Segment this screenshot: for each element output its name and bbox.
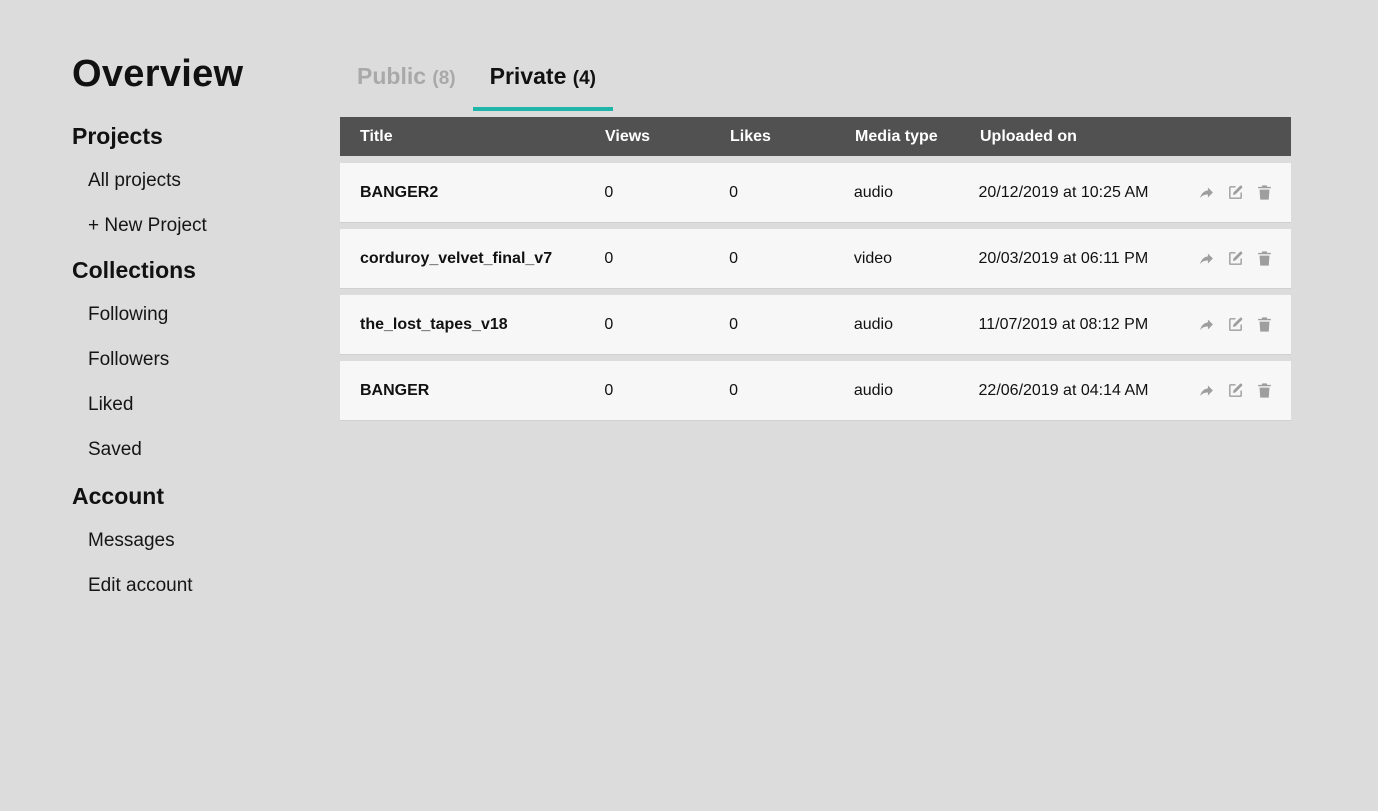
main-content: Public (8) Private (4) Title Views Likes… <box>340 52 1291 420</box>
nav-item-messages[interactable]: Messages <box>72 529 312 553</box>
cell-title: BANGER2 <box>360 183 439 201</box>
section-heading-collections: Collections <box>72 257 196 283</box>
share-icon[interactable] <box>1198 250 1215 267</box>
nav-item-saved[interactable]: Saved <box>72 438 312 462</box>
cell-media-type: audio <box>853 381 893 399</box>
column-header-title: Title <box>360 127 393 145</box>
table-row[interactable]: BANGER 0 0 audio 22/06/2019 at 04:14 AM <box>340 361 1291 420</box>
edit-icon[interactable] <box>1227 316 1244 333</box>
sidebar: Overview Projects All projects + New Pro… <box>72 52 312 598</box>
cell-likes: 0 <box>729 381 739 399</box>
cell-uploaded-on: 22/06/2019 at 04:14 AM <box>978 381 1149 399</box>
cell-title: BANGER <box>360 381 430 399</box>
nav-item-following[interactable]: Following <box>72 303 312 327</box>
section-heading-account: Account <box>72 483 164 509</box>
cell-uploaded-on: 11/07/2019 at 08:12 PM <box>978 315 1149 333</box>
nav-item-new-project[interactable]: + New Project <box>72 214 312 238</box>
row-actions <box>1198 382 1291 399</box>
table-row[interactable]: corduroy_velvet_final_v7 0 0 video 20/03/201… <box>340 229 1291 288</box>
share-icon[interactable] <box>1198 316 1215 333</box>
uploads-table: Title Views Likes Media type Uploaded on… <box>340 117 1291 420</box>
table-row[interactable]: BANGER2 0 0 audio 20/12/2019 at 10:25 AM <box>340 163 1291 222</box>
row-actions <box>1198 316 1291 333</box>
cell-media-type: audio <box>853 183 893 201</box>
nav-item-edit-account[interactable]: Edit account <box>72 574 312 598</box>
cell-title: corduroy_velvet_final_v7 <box>360 249 553 267</box>
cell-likes: 0 <box>729 183 739 201</box>
row-actions <box>1198 250 1291 267</box>
account-nav: Messages Edit account <box>72 529 312 598</box>
row-actions <box>1198 184 1291 201</box>
tab-public-label: Public <box>357 63 427 89</box>
trash-icon[interactable] <box>1256 382 1273 399</box>
cell-likes: 0 <box>729 249 739 267</box>
edit-icon[interactable] <box>1227 184 1244 201</box>
cell-views: 0 <box>604 249 614 267</box>
trash-icon[interactable] <box>1256 316 1273 333</box>
tab-private-count: (4) <box>572 68 596 89</box>
cell-media-type: audio <box>853 315 893 333</box>
trash-icon[interactable] <box>1256 184 1273 201</box>
projects-nav: All projects + New Project <box>72 169 312 238</box>
cell-media-type: video <box>853 249 893 267</box>
cell-views: 0 <box>604 381 614 399</box>
column-header-uploaded-on: Uploaded on <box>980 127 1077 145</box>
cell-views: 0 <box>604 315 614 333</box>
column-header-views: Views <box>605 127 651 145</box>
nav-item-followers[interactable]: Followers <box>72 348 312 372</box>
column-header-likes: Likes <box>730 127 771 145</box>
nav-item-liked[interactable]: Liked <box>72 393 312 417</box>
cell-views: 0 <box>604 183 614 201</box>
nav-item-all-projects[interactable]: All projects <box>72 169 312 193</box>
tab-bar: Public (8) Private (4) <box>340 52 1291 111</box>
share-icon[interactable] <box>1198 184 1215 201</box>
column-header-media-type: Media type <box>855 127 938 145</box>
tab-public[interactable]: Public (8) <box>340 52 473 107</box>
tab-public-count: (8) <box>432 68 456 89</box>
page-title: Overview <box>72 53 244 95</box>
tab-private[interactable]: Private (4) <box>472 52 614 111</box>
section-heading-projects: Projects <box>72 123 163 149</box>
table-header: Title Views Likes Media type Uploaded on <box>340 117 1291 156</box>
edit-icon[interactable] <box>1227 250 1244 267</box>
trash-icon[interactable] <box>1256 250 1273 267</box>
table-body: BANGER2 0 0 audio 20/12/2019 at 10:25 AM cord… <box>340 163 1291 420</box>
collections-nav: Following Followers Liked Saved <box>72 303 312 462</box>
share-icon[interactable] <box>1198 382 1215 399</box>
cell-uploaded-on: 20/12/2019 at 10:25 AM <box>978 183 1149 201</box>
cell-uploaded-on: 20/03/2019 at 06:11 PM <box>978 249 1149 267</box>
edit-icon[interactable] <box>1227 382 1244 399</box>
tab-private-label: Private <box>489 63 567 89</box>
table-row[interactable]: the_lost_tapes_v18 0 0 audio 11/07/2019 at 0… <box>340 295 1291 354</box>
cell-title: the_lost_tapes_v18 <box>360 315 508 333</box>
cell-likes: 0 <box>729 315 739 333</box>
